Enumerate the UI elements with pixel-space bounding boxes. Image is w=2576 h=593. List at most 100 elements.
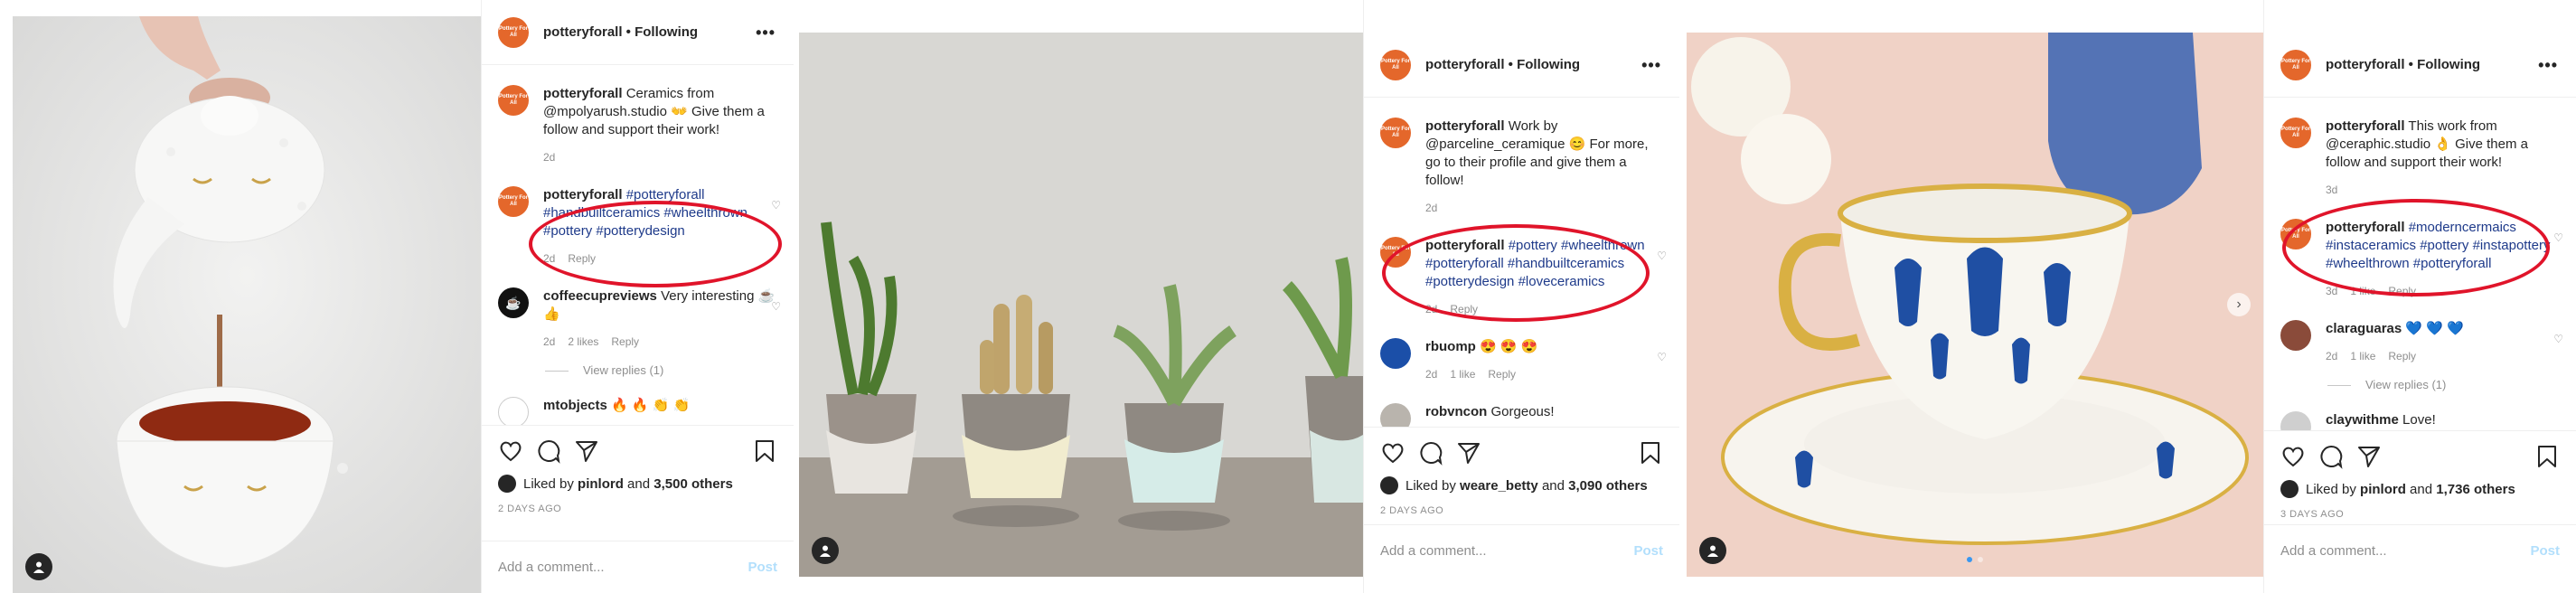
post-photo-teapot[interactable] <box>13 16 481 593</box>
like-heart-icon[interactable] <box>1380 440 1406 466</box>
like-heart-icon[interactable] <box>498 438 523 464</box>
like-comment-icon[interactable]: ♡ <box>2553 333 2563 345</box>
caption-avatar[interactable]: Pottery For All <box>498 85 529 116</box>
post-3: › Pottery For All potteryforall • Follow… <box>1687 0 2576 593</box>
save-bookmark-icon[interactable] <box>2534 444 2560 469</box>
save-bookmark-icon[interactable] <box>752 438 777 464</box>
reply-link[interactable]: Reply <box>2388 285 2416 297</box>
comment-username[interactable]: claraguaras <box>2326 321 2402 336</box>
post-actions: Liked by pinlord and 3,500 others 2 DAYS… <box>482 425 794 514</box>
likes-summary[interactable]: Liked by pinlord and 3,500 others <box>498 475 777 493</box>
comment-avatar[interactable]: ☕ <box>498 287 529 318</box>
comment: rbuomp 😍 😍 😍 2d 1 like Reply ♡ <box>1364 318 1679 383</box>
account-avatar[interactable]: Pottery For All <box>1380 49 1411 80</box>
comments-list: Pottery For All potteryforall Ceramics f… <box>482 65 794 425</box>
comment-avatar[interactable] <box>1380 403 1411 427</box>
more-options-icon[interactable]: ••• <box>1641 56 1661 75</box>
caption-username[interactable]: potteryforall <box>1425 118 1505 134</box>
comment-text: 😍 😍 😍 <box>1480 339 1538 354</box>
tagged-user-icon[interactable] <box>1699 537 1726 564</box>
comment-username[interactable]: coffeecupreviews <box>543 288 657 304</box>
post-photo-cacti[interactable] <box>799 33 1363 577</box>
save-bookmark-icon[interactable] <box>1638 440 1663 466</box>
comment-bubble-icon[interactable] <box>1418 440 1443 466</box>
account-avatar[interactable]: Pottery For All <box>498 16 529 48</box>
comment-avatar[interactable] <box>498 397 529 425</box>
post-photo-teacup[interactable]: › <box>1687 33 2263 577</box>
caption-username[interactable]: potteryforall <box>543 86 623 101</box>
liked-prefix: Liked by <box>523 475 574 492</box>
reply-link[interactable]: Reply <box>2388 350 2416 362</box>
comment-avatar[interactable]: Pottery For All <box>2280 219 2311 249</box>
comment-likes[interactable]: 1 like <box>2350 285 2375 297</box>
likes-count[interactable]: 1,736 others <box>2436 482 2515 497</box>
comment-avatar[interactable] <box>1380 338 1411 369</box>
account-name[interactable]: potteryforall • Following <box>1425 57 1580 72</box>
comment-text: 🔥 🔥 👏 👏 <box>611 398 691 413</box>
comment-likes[interactable]: 1 like <box>2350 350 2375 362</box>
comment-username[interactable]: rbuomp <box>1425 339 1476 354</box>
liker-username[interactable]: weare_betty <box>1460 478 1538 494</box>
next-image-arrow[interactable]: › <box>2227 293 2251 316</box>
reply-link[interactable]: Reply <box>1450 303 1478 315</box>
like-comment-icon[interactable]: ♡ <box>771 199 781 212</box>
like-comment-icon[interactable]: ♡ <box>1657 351 1667 363</box>
tagged-user-icon[interactable] <box>25 553 52 580</box>
comment-bubble-icon[interactable] <box>2318 444 2344 469</box>
caption-avatar[interactable]: Pottery For All <box>2280 118 2311 148</box>
account-avatar[interactable]: Pottery For All <box>2280 49 2311 80</box>
view-replies-link[interactable]: View replies (1) <box>2264 365 2576 391</box>
comment-likes[interactable]: 2 likes <box>568 335 598 348</box>
comment-username[interactable]: robvncon <box>1425 404 1487 419</box>
likes-count[interactable]: 3,500 others <box>653 476 733 492</box>
post-comment-button[interactable]: Post <box>747 560 777 575</box>
more-options-icon[interactable]: ••• <box>756 24 776 42</box>
liker-avatar <box>2280 480 2299 498</box>
comment-username[interactable]: claywithme <box>2326 412 2399 428</box>
like-comment-icon[interactable]: ♡ <box>771 300 781 313</box>
view-replies-link[interactable]: View replies (1) <box>482 351 794 377</box>
more-options-icon[interactable]: ••• <box>2538 56 2558 75</box>
share-paper-plane-icon[interactable] <box>1456 440 1481 466</box>
comment-age: 3d <box>2326 285 2338 297</box>
comment-username[interactable]: potteryforall <box>543 187 623 202</box>
reply-link[interactable]: Reply <box>1488 368 1516 381</box>
account-name[interactable]: potteryforall • Following <box>543 24 698 40</box>
comment: claywithme Love! <box>2264 391 2576 430</box>
caption-username[interactable]: potteryforall <box>2326 118 2405 134</box>
post-comment-button[interactable]: Post <box>2530 543 2560 559</box>
likes-summary[interactable]: Liked by weare_betty and 3,090 others <box>1380 476 1663 494</box>
add-comment-input[interactable] <box>498 560 748 575</box>
teapot-image <box>13 16 481 593</box>
comment-likes[interactable]: 1 like <box>1450 368 1475 381</box>
comment-username[interactable]: potteryforall <box>2326 220 2405 235</box>
reply-link[interactable]: Reply <box>611 335 639 348</box>
liker-username[interactable]: pinlord <box>578 476 624 492</box>
caption-age: 2d <box>543 151 556 164</box>
post-comment-button[interactable]: Post <box>1633 543 1663 559</box>
like-comment-icon[interactable]: ♡ <box>2553 231 2563 244</box>
reply-link[interactable]: Reply <box>568 252 596 265</box>
like-comment-icon[interactable]: ♡ <box>1657 249 1667 262</box>
comment-age: 2d <box>543 252 556 265</box>
comment-avatar[interactable] <box>2280 411 2311 430</box>
post-actions: Liked by pinlord and 1,736 others 3 DAYS… <box>2264 430 2576 520</box>
caption-avatar[interactable]: Pottery For All <box>1380 118 1411 148</box>
add-comment-input[interactable] <box>2280 543 2531 559</box>
liker-username[interactable]: pinlord <box>2360 482 2406 497</box>
comment-username[interactable]: potteryforall <box>1425 238 1505 253</box>
comment-username[interactable]: mtobjects <box>543 398 607 413</box>
liked-prefix: Liked by <box>2306 481 2356 497</box>
share-paper-plane-icon[interactable] <box>2356 444 2382 469</box>
add-comment-input[interactable] <box>1380 543 1634 559</box>
likes-summary[interactable]: Liked by pinlord and 1,736 others <box>2280 480 2560 498</box>
comment-bubble-icon[interactable] <box>536 438 561 464</box>
comment-avatar[interactable] <box>2280 320 2311 351</box>
likes-count[interactable]: 3,090 others <box>1568 478 1648 494</box>
share-paper-plane-icon[interactable] <box>574 438 599 464</box>
comment-avatar[interactable]: Pottery For All <box>1380 237 1411 268</box>
account-name[interactable]: potteryforall • Following <box>2326 57 2480 72</box>
tagged-user-icon[interactable] <box>812 537 839 564</box>
like-heart-icon[interactable] <box>2280 444 2306 469</box>
comment-avatar[interactable]: Pottery For All <box>498 186 529 217</box>
